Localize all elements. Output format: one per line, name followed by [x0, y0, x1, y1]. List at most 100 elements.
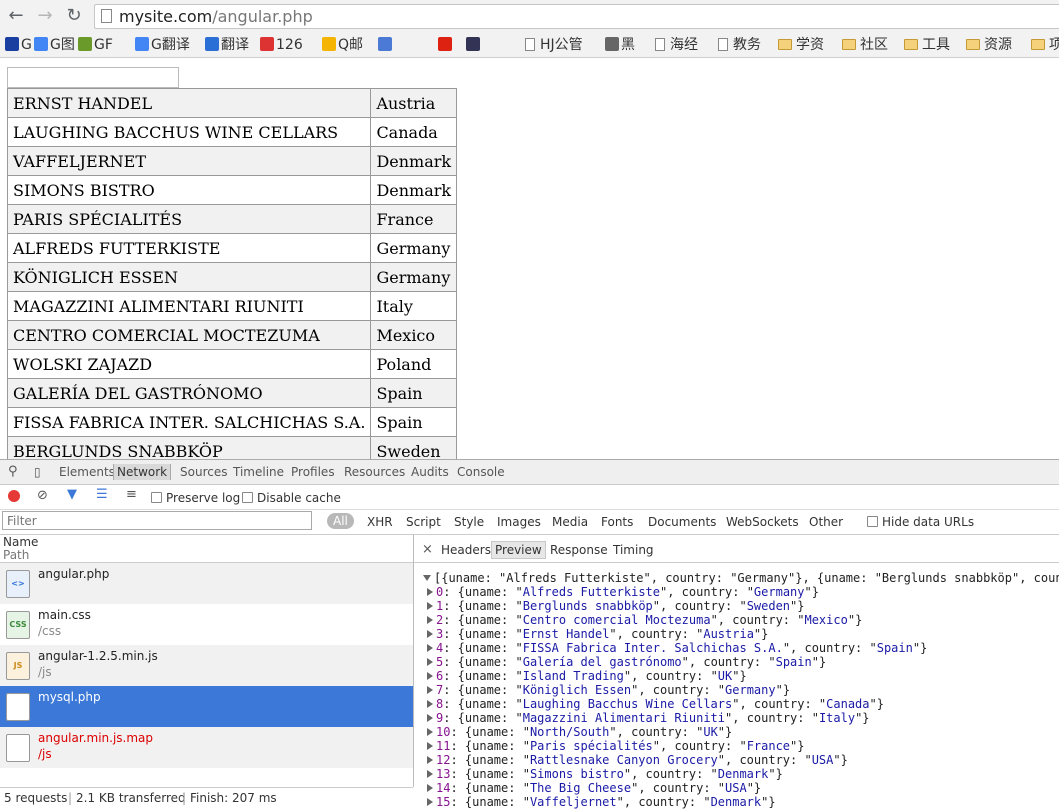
json-punct: : {uname: " — [443, 585, 523, 599]
hide-data-urls-label: Hide data URLs — [882, 515, 975, 529]
bookmark-item[interactable]: 126 — [260, 35, 303, 55]
json-item-line[interactable]: 5: {uname: "Galería del gastrónomo", cou… — [427, 655, 826, 669]
customer-country: France — [370, 204, 458, 234]
reload-icon[interactable]: ↻ — [64, 6, 84, 26]
customer-filter-input[interactable] — [7, 67, 179, 88]
list-view-icon[interactable]: ☰ — [96, 488, 108, 502]
json-item-line[interactable]: 10: {uname: "North/South", country: "UK"… — [427, 725, 732, 739]
json-root-line[interactable]: [{uname: "Alfreds Futterkiste", country:… — [423, 571, 1059, 585]
json-item-line[interactable]: 0: {uname: "Alfreds Futterkiste", countr… — [427, 585, 819, 599]
request-path: /js — [38, 665, 52, 679]
forward-arrow-icon[interactable]: → — [35, 6, 55, 26]
bookmark-item[interactable] — [378, 35, 394, 55]
customer-row: LAUGHING BACCHUS WINE CELLARS Canada — [6, 117, 458, 147]
json-punct: ", country: " — [710, 613, 805, 627]
response-preview-panel: × Headers Preview Response Timing [{uname: … — [414, 535, 1059, 809]
type-filter-fonts[interactable]: Fonts — [601, 514, 633, 530]
tab-timing[interactable]: Timing — [613, 543, 654, 557]
json-item-line[interactable]: 3: {uname: "Ernst Handel", country: "Aus… — [427, 627, 768, 641]
json-item-line[interactable]: 15: {uname: "Vaffeljernet", country: "De… — [427, 795, 776, 809]
json-item-line[interactable]: 2: {uname: "Centro comercial Moctezuma",… — [427, 613, 862, 627]
type-filter-websockets[interactable]: WebSockets — [726, 514, 799, 530]
tab-sources[interactable]: Sources — [180, 464, 227, 480]
filter-funnel-icon[interactable]: ▼ — [67, 488, 77, 502]
bookmark-item[interactable]: 海经 — [655, 35, 698, 55]
bookmark-item[interactable]: 学资 — [778, 35, 824, 55]
bookmark-item[interactable]: G — [5, 35, 32, 55]
bookmark-item[interactable]: GF — [78, 35, 113, 55]
type-filter-media[interactable]: Media — [552, 514, 588, 530]
type-filter-other[interactable]: Other — [809, 514, 843, 530]
bookmark-item[interactable]: G图 — [34, 35, 75, 55]
tab-audits[interactable]: Audits — [411, 464, 449, 480]
html-file-icon: <> — [6, 570, 30, 598]
json-uname: Paris spécialités — [529, 739, 653, 753]
search-icon[interactable]: ⚲ — [8, 464, 18, 480]
bookmark-item[interactable]: 黑 — [605, 35, 635, 55]
json-item-line[interactable]: 7: {uname: "Königlich Essen", country: "… — [427, 683, 790, 697]
json-item-line[interactable]: 4: {uname: "FISSA Fabrica Inter. Salchic… — [427, 641, 927, 655]
json-item-line[interactable]: 8: {uname: "Laughing Bacchus Wine Cellar… — [427, 697, 884, 711]
disable-cache-checkbox[interactable]: Disable cache — [242, 491, 341, 505]
customer-row: CENTRO COMERCIAL MOCTEZUMA Mexico — [6, 320, 458, 350]
bookmark-item[interactable]: Q邮 — [322, 35, 363, 55]
bookmark-item[interactable]: 资源 — [966, 35, 1012, 55]
back-arrow-icon[interactable]: ← — [6, 6, 26, 26]
request-row[interactable]: CSS main.css/css — [0, 604, 413, 645]
type-filter-images[interactable]: Images — [497, 514, 541, 530]
devtools-tabbar: ⚲ ▯ Elements Network Sources Timeline Profil… — [0, 460, 1059, 485]
bookmark-item[interactable]: 工具 — [904, 35, 950, 55]
tab-elements[interactable]: Elements — [59, 464, 115, 480]
json-uname: Alfreds Futterkiste — [522, 585, 660, 599]
customer-country: Germany — [370, 233, 458, 263]
waterfall-view-icon[interactable]: ≡ — [126, 488, 137, 502]
tab-timeline[interactable]: Timeline — [233, 464, 284, 480]
clear-icon[interactable]: ⊘ — [37, 489, 48, 503]
json-item-line[interactable]: 6: {uname: "Island Trading", country: "U… — [427, 669, 747, 683]
device-mode-icon[interactable]: ▯ — [34, 464, 41, 480]
type-filter-all[interactable]: All — [327, 513, 354, 529]
json-item-line[interactable]: 14: {uname: "The Big Cheese", country: "… — [427, 781, 761, 795]
bookmark-item[interactable]: 项 — [1031, 35, 1059, 55]
network-filter-input[interactable] — [2, 511, 312, 530]
json-item-line[interactable]: 12: {uname: "Rattlesnake Canyon Grocery"… — [427, 753, 848, 767]
json-punct: ", country: " — [660, 585, 754, 599]
type-filter-style[interactable]: Style — [454, 514, 484, 530]
close-icon[interactable]: × — [422, 543, 433, 557]
json-item-line[interactable]: 1: {uname: "Berglunds snabbköp", country… — [427, 599, 805, 613]
bookmark-item[interactable] — [466, 35, 482, 55]
tab-preview[interactable]: Preview — [491, 541, 546, 559]
request-row[interactable]: JS angular-1.2.5.min.js/js — [0, 645, 413, 686]
disable-cache-label: Disable cache — [257, 491, 341, 505]
collapsed-triangle-icon — [427, 686, 433, 694]
json-punct: ", country: " — [631, 781, 726, 795]
type-filter-script[interactable]: Script — [406, 514, 441, 530]
tab-console[interactable]: Console — [457, 464, 505, 480]
tab-resources[interactable]: Resources — [344, 464, 405, 480]
type-filter-documents[interactable]: Documents — [648, 514, 716, 530]
bookmark-item[interactable]: G翻译 — [135, 35, 190, 55]
css-file-icon: CSS — [6, 611, 30, 639]
json-item-line[interactable]: 11: {uname: "Paris spécialités", country… — [427, 739, 805, 753]
preserve-log-checkbox[interactable]: Preserve log — [151, 491, 240, 505]
bookmark-item[interactable]: 翻译 — [205, 35, 249, 55]
request-row[interactable]: angular.min.js.map/js — [0, 727, 413, 768]
json-item-line[interactable]: 13: {uname: "Simons bistro", country: "D… — [427, 767, 783, 781]
collapsed-triangle-icon — [427, 784, 433, 792]
tab-profiles[interactable]: Profiles — [291, 464, 335, 480]
bookmark-item[interactable] — [438, 35, 454, 55]
request-row[interactable]: <> angular.php — [0, 563, 413, 604]
tab-response[interactable]: Response — [550, 543, 608, 557]
bookmark-item[interactable]: HJ公管 — [525, 35, 583, 55]
json-item-line[interactable]: 9: {uname: "Magazzini Alimentari Riuniti… — [427, 711, 870, 725]
request-row[interactable]: mysql.php — [0, 686, 413, 727]
type-filter-xhr[interactable]: XHR — [367, 514, 393, 530]
customer-table: ERNST HANDEL Austria LAUGHING BACCHUS WINE… — [6, 88, 458, 459]
tab-headers[interactable]: Headers — [441, 543, 491, 557]
address-bar[interactable]: mysite.com/angular.php — [94, 4, 1059, 29]
bookmark-item[interactable]: 教务 — [718, 35, 761, 55]
tab-network[interactable]: Network — [113, 464, 172, 480]
bookmark-item[interactable]: 社区 — [842, 35, 888, 55]
record-icon[interactable] — [8, 490, 20, 502]
hide-data-urls-checkbox[interactable]: Hide data URLs — [867, 514, 974, 530]
